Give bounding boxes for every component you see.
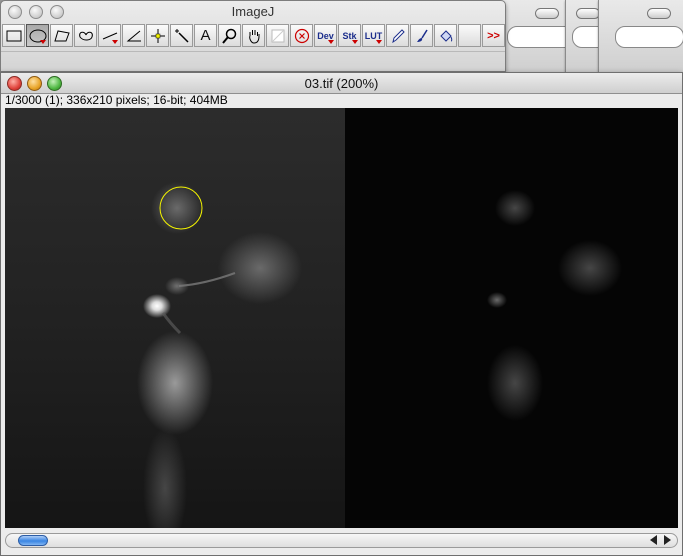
- tool-angle[interactable]: [122, 24, 145, 47]
- hand-icon: [246, 28, 262, 44]
- tool-color-picker[interactable]: [266, 24, 289, 47]
- window-toggle-pill[interactable]: [576, 8, 600, 19]
- cell-blob: [218, 232, 302, 304]
- brush-icon: [414, 28, 430, 44]
- dropdown-indicator-icon: [112, 40, 118, 44]
- window-toggle-pill[interactable]: [647, 8, 671, 19]
- scroll-right-arrow[interactable]: [664, 535, 671, 545]
- scrollbar-thumb[interactable]: [18, 535, 48, 546]
- tool-wand[interactable]: [170, 24, 193, 47]
- dev-menu-icon: Dev: [317, 30, 334, 41]
- tool-hand[interactable]: [242, 24, 265, 47]
- right-channel-panel: [345, 108, 678, 528]
- lut-menu-icon: LUT: [364, 30, 383, 41]
- window-field: [615, 26, 683, 48]
- polygon-icon: [53, 29, 71, 43]
- dropdown-indicator-icon: [40, 40, 46, 44]
- window-title: ImageJ: [231, 4, 275, 19]
- cell-blob: [137, 331, 213, 435]
- tool-brush[interactable]: [410, 24, 433, 47]
- close-circle-icon: [294, 28, 310, 44]
- tool-polygon[interactable]: [50, 24, 73, 47]
- tool-text[interactable]: A: [194, 24, 217, 47]
- tool-empty[interactable]: [458, 24, 481, 47]
- tool-more[interactable]: >>: [482, 24, 505, 47]
- tool-dev[interactable]: Dev: [314, 24, 337, 47]
- tool-freehand[interactable]: [74, 24, 97, 47]
- tool-stk[interactable]: Stk: [338, 24, 361, 47]
- cell-blob: [495, 190, 535, 226]
- point-icon: [150, 28, 166, 44]
- color-picker-icon: [270, 28, 286, 44]
- freehand-icon: [77, 29, 95, 43]
- wand-icon: [174, 28, 190, 44]
- imagej-toolbar-window: ImageJ A Dev Stk LUT >>: [0, 0, 506, 72]
- background-window: [500, 0, 591, 72]
- image-title: 03.tif (200%): [304, 76, 379, 91]
- tool-magnifier[interactable]: [218, 24, 241, 47]
- scroll-left-arrow[interactable]: [650, 535, 657, 545]
- window-toggle-pill[interactable]: [535, 8, 559, 19]
- dropdown-indicator-icon: [328, 40, 334, 44]
- microscopy-image: [5, 108, 678, 528]
- horizontal-scrollbar[interactable]: [5, 533, 678, 548]
- image-window: 03.tif (200%) 1/3000 (1); 336x210 pixels…: [0, 72, 683, 556]
- image-info: 1/3000 (1); 336x210 pixels; 16-bit; 404M…: [5, 93, 228, 107]
- more-tools-icon: >>: [487, 29, 500, 42]
- tool-rectangle[interactable]: [2, 24, 25, 47]
- tool-lut[interactable]: LUT: [362, 24, 385, 47]
- tool-close-tool[interactable]: [290, 24, 313, 47]
- flood-fill-icon: [438, 28, 454, 44]
- tool-flood-fill[interactable]: [434, 24, 457, 47]
- tool-line[interactable]: [98, 24, 121, 47]
- cell-blob: [487, 345, 543, 421]
- tool-oval[interactable]: [26, 24, 49, 47]
- text-icon: A: [200, 27, 211, 44]
- dropdown-indicator-icon: [376, 40, 382, 44]
- tool-pencil[interactable]: [386, 24, 409, 47]
- image-canvas[interactable]: [5, 108, 678, 528]
- magnifier-icon: [221, 28, 238, 44]
- cell-blob: [487, 292, 507, 308]
- stack-menu-icon: Stk: [342, 30, 357, 41]
- cell-blob: [558, 240, 622, 296]
- tool-bar: A Dev Stk LUT >>: [2, 24, 506, 48]
- angle-icon: [125, 29, 143, 43]
- dropdown-indicator-icon: [352, 40, 358, 44]
- tool-point[interactable]: [146, 24, 169, 47]
- cell-blob: [151, 182, 203, 234]
- background-window: [598, 0, 683, 72]
- pencil-icon: [390, 28, 406, 44]
- status-bar: [1, 51, 505, 71]
- bright-cell: [143, 294, 171, 318]
- rectangle-icon: [6, 30, 22, 42]
- title-bar[interactable]: 03.tif (200%): [1, 73, 682, 94]
